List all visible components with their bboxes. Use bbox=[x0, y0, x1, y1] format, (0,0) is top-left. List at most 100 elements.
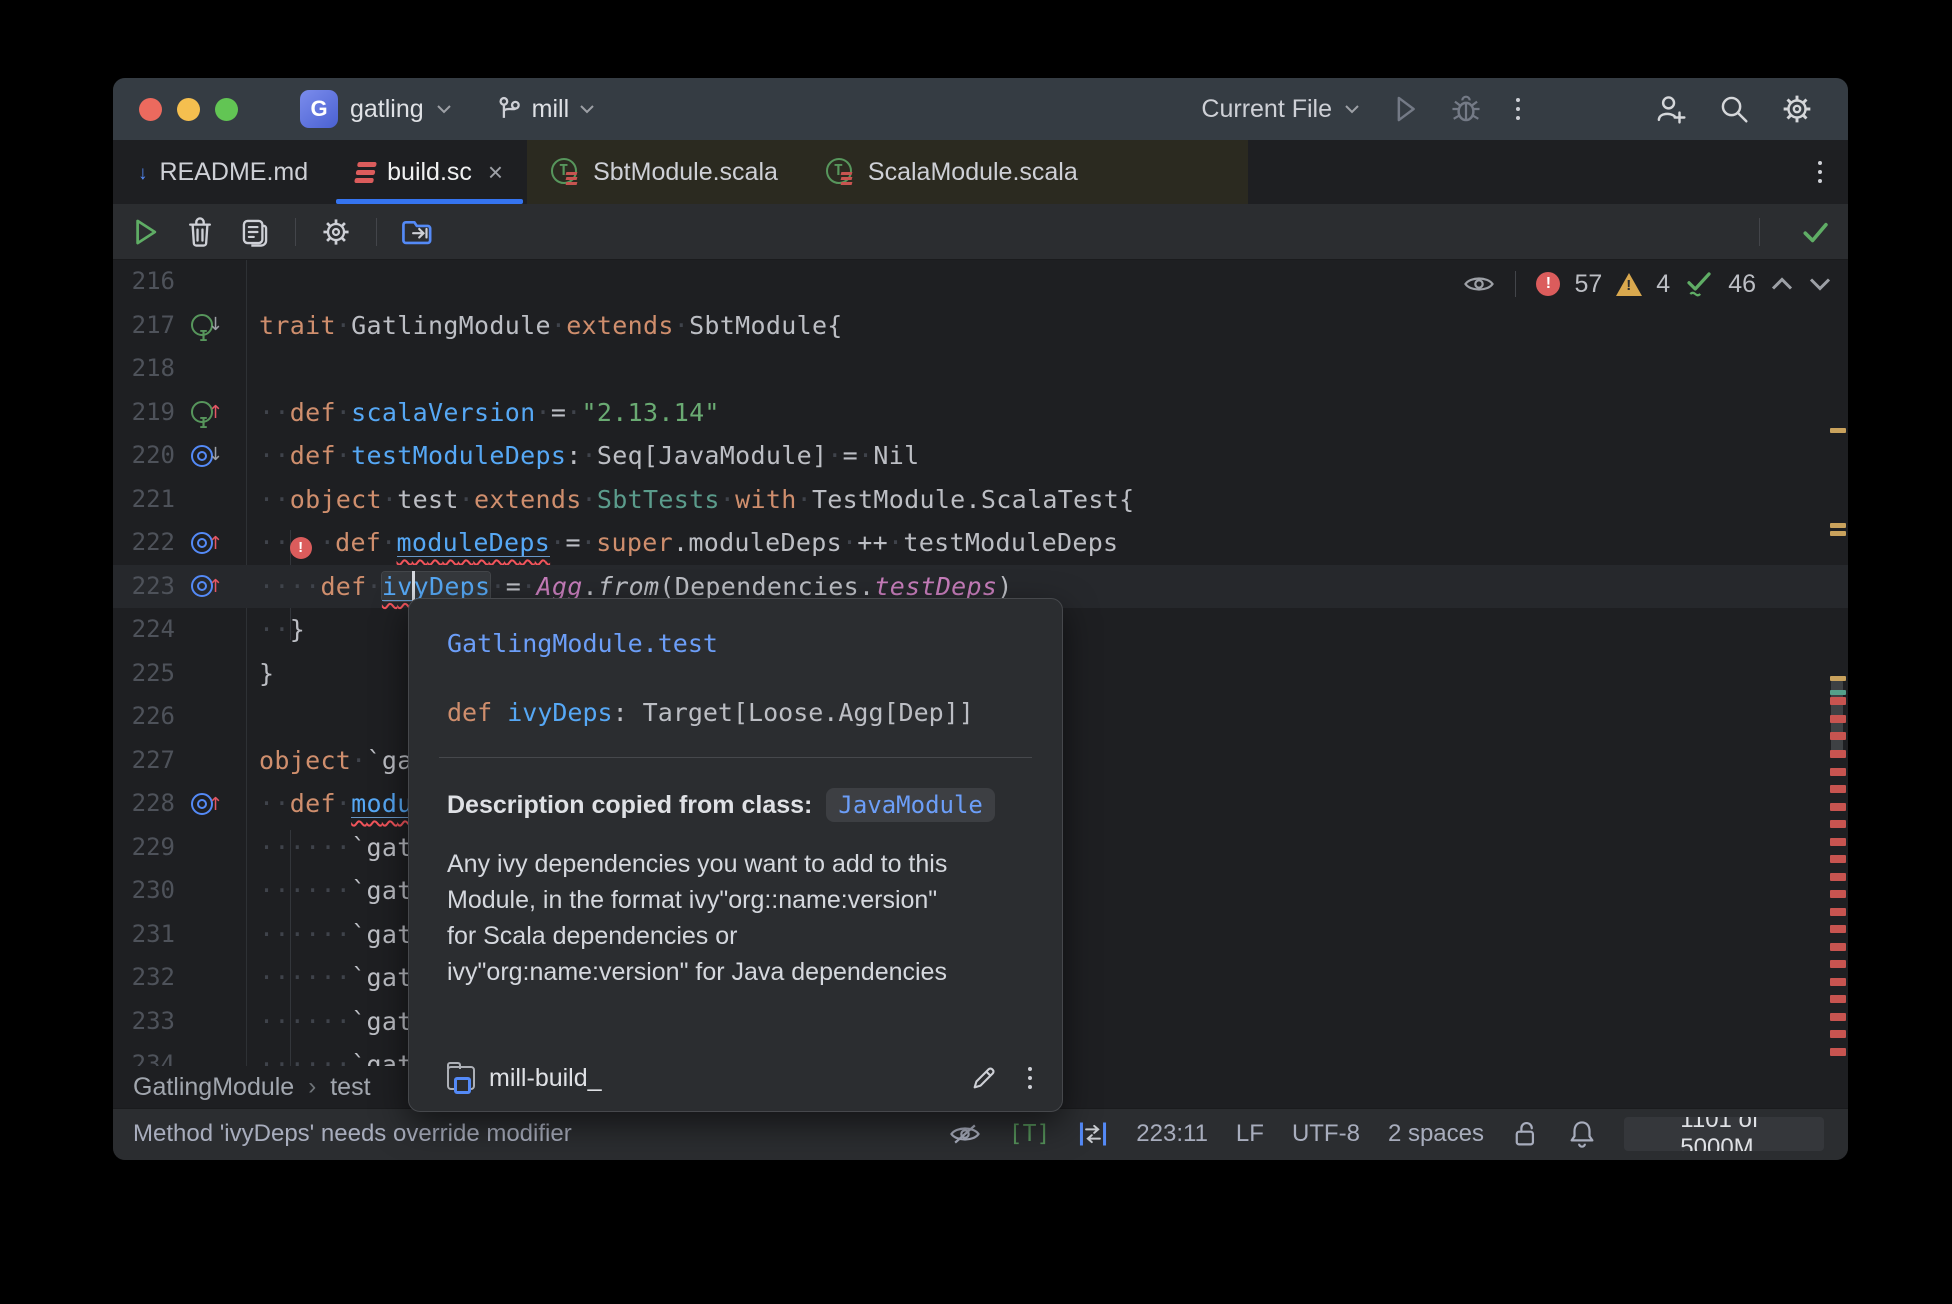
trait-member-gutter-icon[interactable] bbox=[189, 399, 219, 446]
error-stripe[interactable] bbox=[1826, 260, 1848, 1066]
passed-count[interactable]: 46 bbox=[1728, 270, 1756, 299]
stripe-mark[interactable] bbox=[1830, 715, 1846, 723]
stripe-mark[interactable] bbox=[1830, 690, 1846, 695]
code-text[interactable]: trait·GatlingModule·extends·SbtModule{ bbox=[259, 304, 1848, 348]
tab-sbtmodule[interactable]: SbtModule.scala bbox=[527, 140, 802, 204]
debug-bug-icon[interactable] bbox=[1450, 93, 1482, 125]
stripe-mark[interactable] bbox=[1830, 855, 1846, 863]
problems-check-icon[interactable] bbox=[1798, 215, 1832, 249]
doc-description: Any ivy dependencies you want to add to … bbox=[447, 846, 1024, 990]
tab-readme[interactable]: README.md bbox=[113, 140, 332, 204]
code-line[interactable]: 220 ··def·testModuleDeps:·Seq[JavaModule]… bbox=[113, 434, 1848, 478]
error-bulb-icon[interactable]: ! bbox=[289, 522, 320, 568]
line-ending[interactable]: LF bbox=[1236, 1120, 1264, 1148]
stripe-mark[interactable] bbox=[1830, 820, 1846, 828]
type-annotation-badge[interactable]: [T] bbox=[1009, 1121, 1051, 1147]
vcs-widget[interactable]: mill bbox=[496, 95, 596, 124]
code-text[interactable]: ··def·testModuleDeps:·Seq[JavaModule]·=·… bbox=[259, 434, 1848, 478]
open-in-console-icon[interactable] bbox=[401, 217, 435, 247]
soft-wrap-icon[interactable] bbox=[1078, 1120, 1108, 1148]
error-badge-icon[interactable]: ! bbox=[1536, 272, 1561, 296]
breadcrumb-item[interactable]: GatlingModule bbox=[133, 1073, 294, 1102]
inspections-off-eye-icon[interactable] bbox=[949, 1121, 981, 1147]
prev-problem-chevron-icon[interactable] bbox=[1770, 276, 1794, 292]
stripe-mark[interactable] bbox=[1830, 1013, 1846, 1021]
module-folder-icon bbox=[447, 1062, 475, 1094]
stripe-mark[interactable] bbox=[1830, 697, 1846, 705]
indent-setting[interactable]: 2 spaces bbox=[1388, 1120, 1484, 1148]
doc-class-chip[interactable]: JavaModule bbox=[826, 788, 995, 822]
script-settings-gear-icon[interactable] bbox=[320, 216, 352, 248]
stripe-mark[interactable] bbox=[1830, 1048, 1846, 1056]
settings-gear-icon[interactable] bbox=[1780, 92, 1814, 126]
stripe-mark[interactable] bbox=[1830, 768, 1846, 776]
run-script-icon[interactable] bbox=[129, 216, 161, 248]
code-line[interactable]: 222 ··!·def·moduleDeps·=·super.moduleDeps… bbox=[113, 521, 1848, 568]
stripe-mark[interactable] bbox=[1830, 838, 1846, 846]
memory-indicator[interactable]: 1101 of 5000M bbox=[1624, 1117, 1824, 1151]
code-text[interactable]: ··def·scalaVersion·=·"2.13.14" bbox=[259, 391, 1848, 435]
copy-icon[interactable] bbox=[239, 216, 271, 248]
inspections-widget: ! 57 4 46 bbox=[1463, 264, 1832, 304]
minimize-window-button[interactable] bbox=[177, 97, 200, 121]
doc-qualifier-link[interactable]: GatlingModule.test bbox=[447, 629, 1024, 658]
passed-check-icon[interactable] bbox=[1684, 269, 1714, 299]
code-text[interactable]: ··object·test·extends·SbtTests·with·Test… bbox=[259, 478, 1848, 522]
tab-build-sc[interactable]: build.sc × bbox=[332, 140, 527, 204]
stripe-mark[interactable] bbox=[1830, 531, 1846, 536]
file-encoding[interactable]: UTF-8 bbox=[1292, 1120, 1360, 1148]
add-user-icon[interactable] bbox=[1654, 93, 1688, 125]
stripe-mark[interactable] bbox=[1830, 890, 1846, 898]
doc-more-icon[interactable] bbox=[1024, 1063, 1036, 1093]
stripe-mark[interactable] bbox=[1830, 995, 1846, 1003]
override-gutter-icon[interactable] bbox=[189, 530, 219, 556]
code-line[interactable]: 219 ··def·scalaVersion·=·"2.13.14" bbox=[113, 391, 1848, 446]
delete-icon[interactable] bbox=[185, 216, 215, 248]
stripe-mark[interactable] bbox=[1830, 873, 1846, 881]
search-icon[interactable] bbox=[1718, 93, 1750, 125]
override-gutter-icon[interactable] bbox=[189, 791, 219, 817]
close-window-button[interactable] bbox=[139, 97, 162, 121]
notifications-bell-icon[interactable] bbox=[1568, 1119, 1596, 1149]
caret-position[interactable]: 223:11 bbox=[1136, 1120, 1208, 1148]
editor-tabbar: README.md build.sc × SbtModule.scala Sca… bbox=[113, 140, 1848, 204]
edit-pencil-icon[interactable] bbox=[970, 1064, 998, 1092]
close-tab-icon[interactable]: × bbox=[488, 157, 503, 188]
highlighting-eye-icon[interactable] bbox=[1463, 272, 1495, 296]
code-text[interactable]: ··! ·def·moduleDeps·=·super.moduleDeps·++… bbox=[259, 521, 1848, 568]
warning-badge-icon[interactable] bbox=[1616, 272, 1643, 296]
run-icon[interactable] bbox=[1390, 93, 1420, 125]
stripe-mark[interactable] bbox=[1830, 676, 1846, 681]
line-number: 227 bbox=[131, 745, 175, 774]
code-line[interactable]: 218 bbox=[113, 347, 1848, 391]
override-gutter-icon[interactable] bbox=[189, 443, 219, 469]
project-widget[interactable]: G gatling bbox=[300, 90, 452, 128]
stripe-mark[interactable] bbox=[1830, 523, 1846, 528]
tab-scalamodule[interactable]: ScalaModule.scala bbox=[801, 140, 1248, 204]
stripe-mark[interactable] bbox=[1830, 785, 1846, 793]
code-line[interactable]: 221 ··object·test·extends·SbtTests·with·T… bbox=[113, 478, 1848, 522]
breadcrumb-item[interactable]: test bbox=[330, 1073, 370, 1102]
more-actions-icon[interactable] bbox=[1512, 94, 1524, 124]
stripe-mark[interactable] bbox=[1830, 428, 1846, 433]
unlocked-icon[interactable] bbox=[1512, 1119, 1540, 1149]
stripe-mark[interactable] bbox=[1830, 1030, 1846, 1038]
zoom-window-button[interactable] bbox=[215, 97, 238, 121]
stripe-mark[interactable] bbox=[1830, 978, 1846, 986]
code-line[interactable]: 217 trait·GatlingModule·extends·SbtModule… bbox=[113, 304, 1848, 359]
override-gutter-icon[interactable] bbox=[189, 573, 219, 599]
warning-count[interactable]: 4 bbox=[1656, 270, 1670, 299]
run-configuration-select[interactable]: Current File bbox=[1201, 95, 1360, 124]
stripe-mark[interactable] bbox=[1830, 750, 1846, 758]
stripe-mark[interactable] bbox=[1830, 943, 1846, 951]
stripe-mark[interactable] bbox=[1830, 925, 1846, 933]
tab-options-icon[interactable] bbox=[1814, 157, 1826, 187]
stripe-mark[interactable] bbox=[1830, 803, 1846, 811]
stripe-mark[interactable] bbox=[1830, 908, 1846, 916]
error-count[interactable]: 57 bbox=[1574, 270, 1602, 299]
doc-divider bbox=[439, 757, 1032, 758]
documentation-popup: GatlingModule.test def ivyDeps: Target[L… bbox=[408, 598, 1063, 1112]
stripe-mark[interactable] bbox=[1830, 960, 1846, 968]
trait-member-gutter-icon[interactable] bbox=[189, 312, 219, 359]
stripe-mark[interactable] bbox=[1830, 732, 1846, 740]
